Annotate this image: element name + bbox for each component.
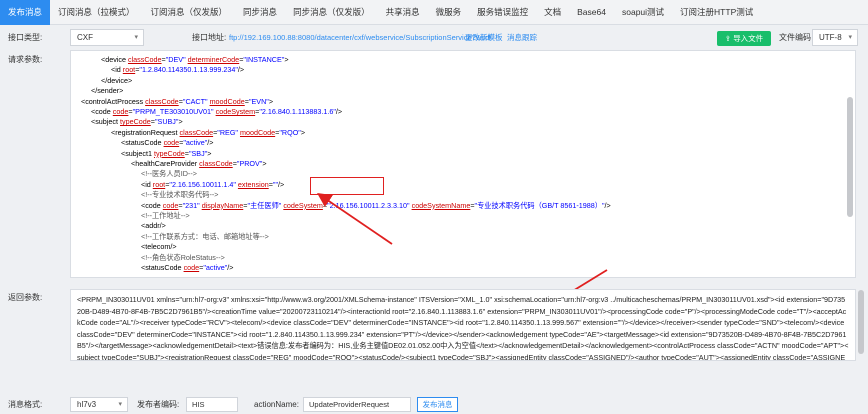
format-select[interactable]: hl7v3 ▾ [70, 397, 128, 412]
format-label: 消息格式: [8, 400, 43, 409]
encoding-select[interactable]: UTF-8 ▾ [812, 29, 858, 46]
tab-4[interactable]: 同步消息（仅发版） [285, 0, 378, 25]
code-line: <code code="231" displayName="主任医师" code… [141, 200, 611, 210]
upload-icon: ⇪ [724, 34, 734, 43]
chevron-down-icon: ▾ [118, 401, 122, 408]
import-file-label: 导入文件 [733, 34, 764, 43]
tab-3[interactable]: 同步消息 [235, 0, 285, 25]
interface-type-select[interactable]: CXF ▾ [70, 29, 144, 46]
publisher-input[interactable]: HIS [186, 397, 238, 412]
code-line: <!--角色状态RoleStatus--> [141, 252, 225, 262]
code-line: <id root="1.2.840.114350.1.13.999.234"/> [111, 65, 245, 75]
interface-type-label: 接口类型: [8, 33, 43, 42]
code-line: <telecom/> [141, 242, 177, 252]
code-line: <!--专业技术职务代码--> [141, 190, 219, 200]
request-scrollbar[interactable] [847, 97, 853, 217]
code-line: <addr/> [141, 221, 166, 231]
code-line: <controlActProcess classCode="CACT" mood… [81, 96, 274, 106]
tab-1[interactable]: 订阅消息（拉模式） [50, 0, 143, 25]
request-editor[interactable]: <device classCode="DEV" determinerCode="… [70, 50, 856, 278]
message-trace-link[interactable]: 消息跟踪 [507, 29, 537, 47]
tab-11[interactable]: 订阅注册HTTP测试 [672, 0, 761, 25]
tab-9[interactable]: Base64 [569, 0, 614, 25]
code-line: </device> [101, 75, 133, 85]
tab-bar: 发布消息 订阅消息（拉模式） 订阅消息（仅发版） 同步消息 同步消息（仅发版） 共享消息微… [0, 0, 868, 25]
publisher-label: 发布者编码: [137, 400, 180, 409]
encoding-value: UTF-8 [819, 33, 842, 42]
response-text: <PRPM_IN303011UV01 xmlns="urn:hl7-org:v3… [77, 295, 849, 361]
code-line: <code code="PRPM_TE303010UV01" codeSyste… [91, 107, 343, 116]
interface-url-link[interactable]: ftp://192.169.100.88:8080/datacenter/cxf… [229, 29, 491, 47]
publish-message-button[interactable]: 发布消息 [417, 397, 458, 412]
change-template-link[interactable]: 更改新模板 [465, 29, 503, 47]
response-box[interactable]: <PRPM_IN303011UV01 xmlns="urn:hl7-org:v3… [70, 289, 856, 361]
code-line: <statusCode code="active"/> [141, 263, 234, 272]
tab-7[interactable]: 服务错误监控 [469, 0, 536, 25]
tab-10[interactable]: soapui测试 [614, 0, 672, 25]
tab-8[interactable]: 文档 [536, 0, 569, 25]
code-line: <registrationRequest classCode="REG" moo… [111, 127, 306, 137]
action-name-label: actionName: [254, 400, 299, 409]
code-line: <!--工作地址--> [141, 211, 190, 220]
chevron-down-icon: ▾ [848, 34, 852, 41]
encoding-label: 文件编码 [779, 33, 811, 42]
import-file-button[interactable]: ⇪ 导入文件 [717, 31, 771, 46]
interface-type-value: CXF [77, 33, 93, 42]
code-line: <!--工作联系方式：电话、邮箱地址等--> [141, 231, 269, 241]
format-value: hl7v3 [77, 400, 97, 409]
code-line: <subject1 typeCode="SBJ"> [121, 148, 212, 158]
chevron-down-icon: ▾ [134, 34, 138, 41]
action-name-input[interactable]: UpdateProviderRequest [303, 397, 411, 412]
code-line: <subject typeCode="SUBJ"> [91, 117, 183, 127]
code-line: <device classCode="DEV" determinerCode="… [101, 55, 289, 64]
highlight-box [310, 177, 384, 195]
request-label: 请求参数: [8, 55, 43, 64]
interface-url-label: 接口地址: [192, 33, 227, 42]
response-label: 返回参数: [8, 293, 43, 302]
code-line: <statusCode code="active"/> [121, 138, 214, 148]
code-line: </sender> [91, 86, 124, 96]
code-line: <id root="2.16.156.10011.1.4" extension=… [141, 179, 285, 189]
tab-2[interactable]: 订阅消息（仅发版） [143, 0, 236, 25]
code-line: <!--医务人员ID--> [141, 169, 197, 179]
page-scrollbar[interactable] [858, 290, 864, 354]
tab-0[interactable]: 发布消息 [0, 0, 51, 25]
tab-6[interactable]: 微服务 [428, 0, 470, 25]
code-line: <healthCareProvider classCode="PROV"> [131, 159, 267, 168]
interface-row: 接口类型: CXF ▾ 接口地址: ftp://192.169.100.88:8… [0, 28, 868, 48]
tab-5[interactable]: 共享消息 [378, 0, 428, 25]
publish-row: 消息格式: hl7v3 ▾ 发布者编码: HIS actionName: Upd… [0, 396, 868, 414]
